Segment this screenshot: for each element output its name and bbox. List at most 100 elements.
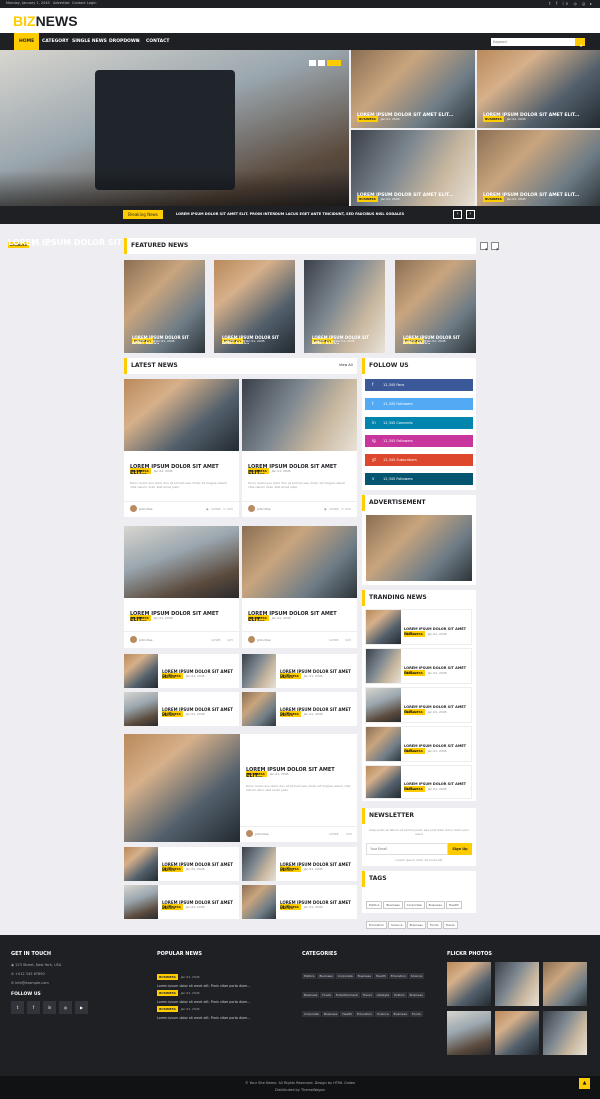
author-name[interactable]: John Doe — [255, 832, 268, 836]
author-name[interactable]: John Doe — [257, 638, 270, 642]
category-tag[interactable]: Business — [317, 973, 335, 979]
side-title[interactable]: LOREM IPSUM DOLOR SIT AMET ELIT... — [357, 193, 454, 198]
trending-item[interactable]: BUSINESS Jan 01, 2045 LOREM IPSUM DOLOR SI… — [365, 765, 472, 799]
category-tag[interactable]: Education — [355, 1011, 375, 1017]
category-tag[interactable]: Politics — [392, 992, 407, 998]
slider-dot-active[interactable] — [327, 60, 341, 66]
featured-title-text[interactable]: LOREM IPSUM DOLOR SIT AMET ELIT... — [312, 335, 382, 345]
small-news-item[interactable]: BUSINESS Jan 01, 2045 LOREM IPSUM DOLOR SI… — [242, 692, 357, 726]
category-tag[interactable]: Business — [355, 973, 373, 979]
social-linkedin[interactable]: in 12,345 Connects — [365, 417, 473, 429]
top-link-login[interactable]: Login — [87, 1, 96, 5]
view-all-link[interactable]: View All — [339, 363, 353, 367]
trending-title-text[interactable]: LOREM IPSUM DOLOR SIT AMET ELIT... — [404, 705, 470, 715]
hero-main[interactable]: BUSINESS Jan 01, 2045 LOREM IPSUM DOLOR S… — [0, 50, 349, 248]
tag[interactable]: Business — [383, 901, 403, 909]
news-title[interactable]: LOREM IPSUM DOLOR SIT AMET ELIT... — [280, 862, 355, 872]
side-title[interactable]: LOREM IPSUM DOLOR SIT AMET ELIT... — [483, 193, 580, 198]
news-card[interactable]: BUSINESS Jan 01, 2045 LOREM IPSUM DOLOR S… — [242, 379, 357, 517]
popular-badge[interactable]: BUSINESS — [157, 1006, 178, 1012]
trending-title-text[interactable]: LOREM IPSUM DOLOR SIT AMET ELIT... — [404, 666, 470, 676]
news-card[interactable]: BUSINESS Jan 01, 2045 LOREM IPSUM DOLOR S… — [242, 526, 357, 648]
flickr-photo[interactable] — [447, 1011, 491, 1055]
news-title[interactable]: LOREM IPSUM DOLOR SIT AMET ELIT... — [248, 611, 352, 623]
trending-item[interactable]: BUSINESS Jan 01, 2045 LOREM IPSUM DOLOR SI… — [365, 726, 472, 762]
top-social-icons[interactable]: t f in ◎ g ▸ — [549, 1, 594, 6]
category-tag[interactable]: Science — [375, 1011, 391, 1017]
category-tag[interactable]: Science — [408, 973, 425, 979]
search-input[interactable] — [491, 38, 575, 46]
flickr-photo[interactable] — [543, 1011, 587, 1055]
tag[interactable]: Corporate — [403, 901, 425, 909]
trending-title-text[interactable]: LOREM IPSUM DOLOR SIT AMET ELIT... — [404, 744, 470, 754]
news-title[interactable]: LOREM IPSUM DOLOR SIT AMET ELIT... — [162, 900, 237, 910]
small-news-item[interactable]: BUSINESS Jan 01, 2045 LOREM IPSUM DOLOR SI… — [124, 847, 239, 881]
news-title[interactable]: LOREM IPSUM DOLOR SIT AMET ELIT... — [130, 464, 234, 476]
category-tag[interactable]: Business — [322, 1011, 340, 1017]
category-tag[interactable]: Entertainment — [334, 992, 360, 998]
trending-item[interactable]: BUSINESS Jan 01, 2045 LOREM IPSUM DOLOR SI… — [365, 687, 472, 723]
tag[interactable]: Foods — [426, 921, 442, 929]
social-youtube[interactable]: yt 12,345 Subscribers — [365, 454, 473, 466]
flickr-photo[interactable] — [495, 962, 539, 1006]
trending-item[interactable]: BUSINESS Jan 01, 2045 LOREM IPSUM DOLOR SI… — [365, 648, 472, 684]
news-title[interactable]: LOREM IPSUM DOLOR SIT AMET ELIT... — [162, 862, 237, 872]
news-title[interactable]: LOREM IPSUM DOLOR SIT AMET ELIT... — [162, 669, 237, 679]
popular-text[interactable]: Lorem ipsum dolor sit amet elit. Proin v… — [157, 1016, 250, 1020]
news-title[interactable]: LOREM IPSUM DOLOR SIT AMET ELIT... — [130, 611, 234, 623]
category-tag[interactable]: Corporate — [302, 1011, 321, 1017]
footer-facebook-button[interactable]: f — [27, 1001, 40, 1014]
ad-image[interactable] — [366, 515, 472, 581]
back-to-top-button[interactable]: ▲ — [579, 1078, 590, 1089]
category-tag[interactable]: Foods — [409, 1011, 423, 1017]
featured-title-text[interactable]: LOREM IPSUM DOLOR SIT AMET ELIT... — [222, 335, 292, 345]
news-card[interactable]: BUSINESS Jan 01, 2045 LOREM IPSUM DOLOR S… — [124, 526, 239, 648]
top-link-contact[interactable]: Contact — [72, 1, 86, 5]
category-tag[interactable]: Lifestyle — [374, 992, 392, 998]
category-tag[interactable]: Politics — [302, 973, 317, 979]
wide-news-card[interactable]: BUSINESS Jan 01, 2045 LOREM IPSUM DOLOR S… — [124, 734, 357, 842]
social-vimeo[interactable]: v 12,345 Followers — [365, 473, 473, 485]
news-title[interactable]: LOREM IPSUM DOLOR SIT AMET ELIT... — [280, 900, 355, 910]
featured-title-text[interactable]: LOREM IPSUM DOLOR SIT AMET ELIT... — [403, 335, 473, 345]
category-tag[interactable]: Travel — [360, 992, 374, 998]
author-name[interactable]: John Doe — [139, 638, 152, 642]
top-link-advertise[interactable]: Advertise — [53, 1, 70, 5]
trending-title-text[interactable]: LOREM IPSUM DOLOR SIT AMET ELIT... — [404, 627, 470, 637]
news-title[interactable]: LOREM IPSUM DOLOR SIT AMET ELIT... — [280, 669, 355, 679]
search-button[interactable]: ⌕ — [575, 38, 585, 49]
small-news-item[interactable]: BUSINESS Jan 01, 2045 LOREM IPSUM DOLOR SI… — [242, 885, 357, 919]
social-twitter[interactable]: t 12,345 Followers — [365, 398, 473, 410]
social-instagram[interactable]: ig 12,345 Followers — [365, 435, 473, 447]
small-news-item[interactable]: BUSINESS Jan 01, 2045 LOREM IPSUM DOLOR SI… — [242, 847, 357, 881]
category-tag[interactable]: Corporate — [335, 973, 355, 979]
tag[interactable]: Science — [387, 921, 406, 929]
category-tag[interactable]: Health — [373, 973, 388, 979]
small-news-item[interactable]: BUSINESS Jan 01, 2045 LOREM IPSUM DOLOR SI… — [124, 654, 239, 688]
side-title[interactable]: LOREM IPSUM DOLOR SIT AMET ELIT... — [483, 113, 580, 118]
tag[interactable]: Health — [445, 901, 462, 909]
category-tag[interactable]: Health — [340, 1011, 355, 1017]
footer-instagram-button[interactable]: ◎ — [59, 1001, 72, 1014]
newsletter-signup-button[interactable]: Sign Up — [448, 843, 472, 855]
small-news-item[interactable]: BUSINESS Jan 01, 2045 LOREM IPSUM DOLOR SI… — [124, 692, 239, 726]
news-title[interactable]: LOREM IPSUM DOLOR SIT AMET ELIT... — [248, 464, 352, 476]
footer-twitter-button[interactable]: t — [11, 1001, 24, 1014]
category-tag[interactable]: Business — [407, 992, 425, 998]
featured-prev[interactable]: ‹ — [480, 242, 488, 253]
site-logo[interactable]: BIZNEWS — [13, 13, 78, 29]
tag[interactable]: Business — [425, 901, 445, 909]
flickr-photo[interactable] — [543, 962, 587, 1006]
author-name[interactable]: John Doe — [257, 507, 270, 511]
slider-dot[interactable] — [309, 60, 316, 66]
news-title[interactable]: LOREM IPSUM DOLOR SIT AMET ELIT... — [162, 707, 237, 717]
news-title[interactable]: LOREM IPSUM DOLOR SIT AMET ELIT... — [246, 767, 351, 779]
category-tag[interactable]: Foods — [320, 992, 333, 998]
category-tag[interactable]: Business — [302, 992, 320, 998]
small-news-item[interactable]: BUSINESS Jan 01, 2045 LOREM IPSUM DOLOR SI… — [124, 885, 239, 919]
featured-next[interactable]: › — [491, 242, 499, 253]
news-card[interactable]: BUSINESS Jan 01, 2045 LOREM IPSUM DOLOR S… — [124, 379, 239, 517]
tag[interactable]: Business — [406, 921, 426, 929]
breaking-prev-button[interactable]: ‹ — [453, 210, 462, 219]
category-tag[interactable]: Business — [391, 1011, 409, 1017]
